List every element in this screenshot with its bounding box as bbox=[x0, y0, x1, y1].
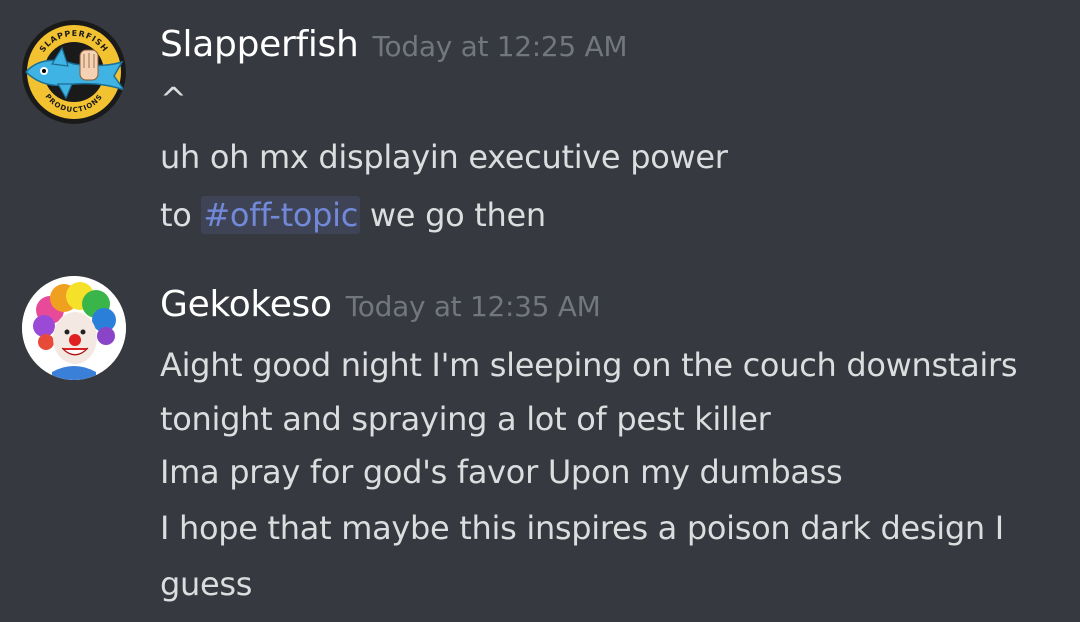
message-text: to bbox=[160, 196, 202, 234]
message-line: Aight good night I'm sleeping on the cou… bbox=[160, 346, 1018, 384]
message-group-gekokeso: Gekokeso Today at 12:35 AM Aight good nig… bbox=[0, 260, 1080, 622]
message-text: we go then bbox=[360, 196, 546, 234]
message-line: Ima pray for god's favor Upon my dumbass bbox=[160, 453, 843, 491]
message-line: tonight and spraying a lot of pest kille… bbox=[160, 400, 771, 438]
message-line: to #off-topic we go then bbox=[160, 196, 546, 234]
timestamp[interactable]: Today at 12:25 AM bbox=[373, 30, 628, 63]
username[interactable]: Gekokeso bbox=[160, 284, 332, 325]
username[interactable]: Slapperfish bbox=[160, 24, 359, 65]
message-header: Slapperfish Today at 12:25 AM bbox=[160, 24, 628, 65]
avatar-slapperfish[interactable]: SLAPPERFISH PRODUCTIONS bbox=[22, 20, 126, 124]
message-line: ^ bbox=[160, 80, 187, 118]
message-group-slapperfish: SLAPPERFISH PRODUCTIONS Slapperfish Today… bbox=[0, 0, 1080, 260]
message-line: I hope that maybe this inspires a poison… bbox=[160, 509, 1004, 547]
channel-mention-off-topic[interactable]: #off-topic bbox=[201, 196, 361, 234]
message-line: guess bbox=[160, 565, 253, 603]
avatar-gekokeso[interactable] bbox=[22, 276, 126, 380]
slapperfish-logo-icon: SLAPPERFISH PRODUCTIONS bbox=[22, 20, 126, 124]
message-header: Gekokeso Today at 12:35 AM bbox=[160, 284, 601, 325]
timestamp[interactable]: Today at 12:35 AM bbox=[346, 290, 601, 323]
clown-avatar-icon bbox=[22, 276, 126, 380]
message-line: uh oh mx displayin executive power bbox=[160, 138, 728, 176]
